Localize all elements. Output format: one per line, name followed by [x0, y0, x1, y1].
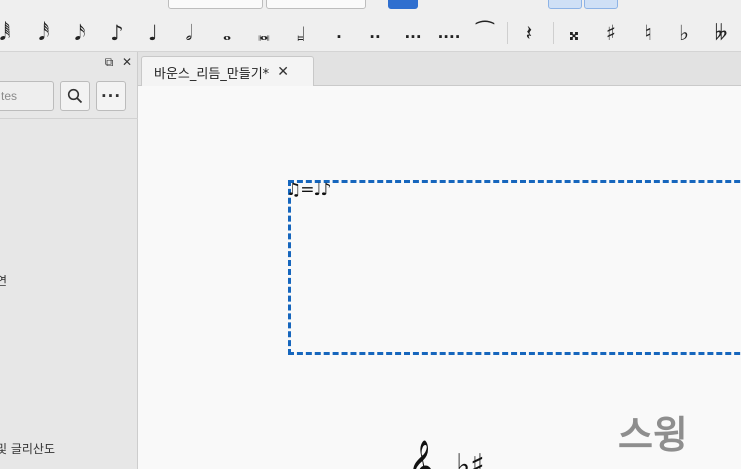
toolbar-dropdown-stub[interactable] — [266, 0, 366, 9]
text-frame-selection[interactable] — [288, 180, 741, 355]
toolbar-view-stub[interactable] — [548, 0, 582, 9]
score-canvas[interactable]: ♫=♩♪ 스윙 𝄞 ♭♯ — [138, 86, 741, 469]
augmentation-dot-button[interactable]: . — [322, 16, 356, 50]
palette-search-input[interactable]: tes — [0, 81, 54, 111]
style-text[interactable]: 스윙 — [618, 404, 688, 459]
search-button[interactable] — [60, 81, 90, 111]
document-tab[interactable]: 바운스_리듬_만들기* ✕ — [141, 56, 314, 87]
breve-button[interactable]: 𝅜 — [247, 16, 281, 50]
triple-dot-button[interactable]: ... — [396, 16, 430, 50]
quarter-note-button[interactable]: ♩ — [136, 16, 170, 50]
toolbar-separator — [507, 22, 508, 44]
palette-item-2[interactable]: 및 글리산도 — [0, 440, 55, 457]
toolbar-separator-2 — [553, 22, 554, 44]
whole-note-button[interactable]: 𝅝 — [210, 16, 244, 50]
quadruple-dot-button[interactable]: .... — [432, 16, 466, 50]
double-flat-button[interactable]: 𝄫 — [704, 16, 738, 50]
tab-close-icon[interactable]: ✕ — [277, 64, 289, 80]
more-options-button[interactable]: ··· — [96, 81, 126, 111]
64th-note-button[interactable]: 𝅘𝅥𝅱 — [0, 16, 22, 50]
half-note-button[interactable]: 𝅗𝅥 — [172, 16, 206, 50]
sharp-button[interactable]: ♯ — [594, 16, 628, 50]
natural-button[interactable]: ♮ — [631, 16, 665, 50]
document-tab-label: 바운스_리듬_만들기* — [154, 66, 270, 82]
tie-button[interactable]: ⁀ — [468, 16, 502, 50]
longa-button[interactable]: 𝆷 — [284, 16, 318, 50]
flat-button[interactable]: ♭ — [667, 16, 701, 50]
swing-rhythm-marking[interactable]: ♫=♩♪ — [286, 180, 331, 200]
double-sharp-button[interactable]: 𝄪 — [557, 16, 591, 50]
16th-note-button[interactable]: 𝅘𝅥𝅯 — [63, 16, 97, 50]
panel-divider — [0, 118, 138, 119]
32nd-note-button[interactable]: 𝅘𝅥𝅰 — [27, 16, 61, 50]
search-icon — [67, 88, 83, 104]
key-signature: ♭♯ — [456, 448, 485, 469]
palette-item-1[interactable]: 연 — [0, 272, 7, 289]
palettes-panel: ⧉ ✕ tes ··· 연 및 글리산도 — [0, 52, 138, 469]
document-tabbar: 바운스_리듬_만들기* ✕ — [138, 52, 741, 87]
close-icon[interactable]: ✕ — [120, 55, 134, 69]
double-dot-button[interactable]: .. — [358, 16, 392, 50]
rest-button[interactable]: 𝄽 — [512, 16, 546, 50]
note-input-toolbar: 𝅘𝅥𝅱 𝅘𝅥𝅰 𝅘𝅥𝅯 ♪ ♩ 𝅗𝅥 𝅝 𝅜 𝆷 . .. ... .... ⁀… — [0, 0, 741, 52]
toolbar-view-stub-2[interactable] — [584, 0, 618, 9]
toolbar-field-stub[interactable] — [168, 0, 263, 9]
more-icon: ··· — [100, 87, 122, 105]
panel-titlebar: ⧉ ✕ — [0, 52, 138, 74]
eighth-note-button[interactable]: ♪ — [100, 16, 134, 50]
treble-clef-icon: 𝄞 — [408, 440, 435, 469]
toolbar-toggle-stub[interactable] — [388, 0, 418, 9]
undock-icon[interactable]: ⧉ — [102, 55, 116, 69]
